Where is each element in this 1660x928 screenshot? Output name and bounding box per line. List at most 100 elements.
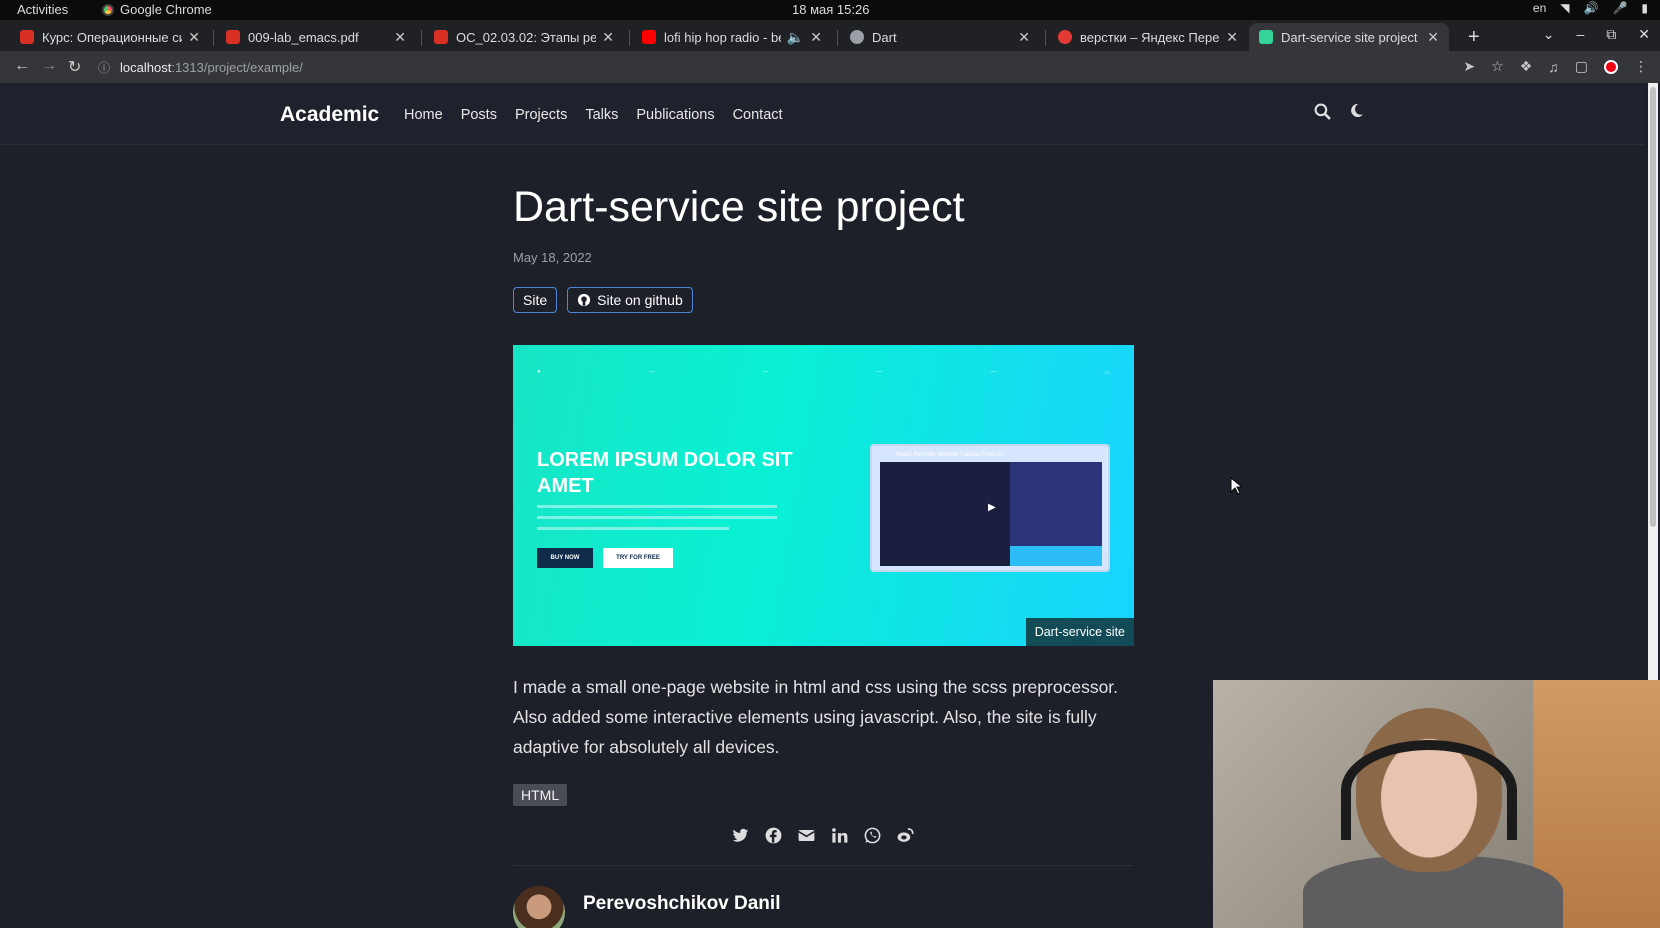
- mouse-cursor-icon: [1230, 477, 1242, 495]
- author-card: Perevoshchikov Danil: [513, 886, 1133, 928]
- back-icon[interactable]: ←: [14, 57, 30, 75]
- share-icons: [513, 826, 1133, 845]
- browser-toolbar: ← → ↻ ⓘ localhost :1313/project/example/…: [0, 51, 1660, 83]
- tag-html[interactable]: HTML: [513, 784, 568, 806]
- twitter-icon[interactable]: [731, 826, 750, 845]
- activities-button[interactable]: Activities: [17, 2, 68, 17]
- image-caption: Dart-service site: [1025, 618, 1134, 646]
- close-tab-icon[interactable]: ✕: [1018, 29, 1030, 46]
- hero-lorem-lines: [537, 505, 777, 535]
- close-tab-icon[interactable]: ✕: [188, 29, 200, 46]
- yandex-icon: [1058, 30, 1072, 44]
- send-icon[interactable]: ➤: [1463, 58, 1475, 75]
- battery-icon: ▮: [1641, 1, 1648, 15]
- email-icon[interactable]: [797, 826, 816, 845]
- os-top-bar: Activities Google Chrome 18 мая 15:26 en…: [0, 0, 1660, 20]
- headphones: [1341, 740, 1517, 840]
- menu-item-home[interactable]: Home: [404, 107, 443, 123]
- restore-icon[interactable]: ⧉: [1606, 26, 1616, 43]
- clock[interactable]: 18 мая 15:26: [792, 2, 869, 17]
- tab-favicon-icon: [850, 30, 864, 44]
- extensions-icon[interactable]: ❖: [1520, 58, 1533, 75]
- close-tab-icon[interactable]: ✕: [394, 29, 406, 46]
- play-icon: ▶: [988, 502, 996, 513]
- menu-item-projects[interactable]: Projects: [515, 107, 567, 123]
- article: Dart-service site project May 18, 2022 S…: [513, 183, 1134, 928]
- url-host: localhost: [120, 59, 172, 75]
- weibo-icon[interactable]: [896, 826, 915, 845]
- project-links: Site Site on github: [513, 287, 1133, 313]
- mic-icon: 🎤: [1612, 1, 1628, 15]
- media-icon[interactable]: ♫: [1548, 59, 1559, 75]
- sidepanel-icon[interactable]: ▢: [1575, 58, 1588, 75]
- reload-icon[interactable]: ↻: [68, 57, 81, 77]
- navbar-icons: [1314, 103, 1364, 125]
- github-icon: [578, 293, 591, 307]
- system-tray[interactable]: en ◥ 🔊 🎤 ▮: [1533, 1, 1648, 15]
- menu-kebab-icon[interactable]: ⋮: [1634, 58, 1648, 75]
- window-controls: ⌄ – ⧉ ✕: [1543, 26, 1650, 43]
- close-tab-icon[interactable]: ✕: [602, 29, 614, 46]
- tab-title: верстки – Яндекс Перев: [1080, 29, 1221, 45]
- tab-1[interactable]: Курс: Операционные си ✕: [10, 23, 210, 51]
- site-menu: Home Posts Projects Talks Publications C…: [404, 107, 783, 123]
- tab-3[interactable]: ОС_02.03.02: Этапы реал ✕: [424, 23, 624, 51]
- app-name: Google Chrome: [120, 2, 212, 17]
- profile-avatar[interactable]: [1604, 59, 1618, 74]
- close-window-icon[interactable]: ✕: [1638, 26, 1650, 43]
- hero-buy-button: BUY NOW: [537, 548, 593, 568]
- search-icon[interactable]: [1314, 103, 1331, 125]
- minimize-icon[interactable]: –: [1576, 26, 1584, 43]
- site-link-button[interactable]: Site: [513, 287, 558, 313]
- tab-favicon-icon: [226, 30, 240, 44]
- article-date: May 18, 2022: [513, 250, 592, 265]
- dark-mode-moon-icon[interactable]: [1349, 103, 1364, 125]
- volume-icon: 🔊: [1583, 1, 1599, 15]
- app-menu[interactable]: Google Chrome: [102, 2, 212, 17]
- url-path: :1313/project/example/: [171, 59, 303, 75]
- tab-favicon-icon: [434, 30, 448, 44]
- author-avatar[interactable]: [513, 886, 565, 928]
- forward-icon[interactable]: →: [41, 57, 57, 75]
- tab-title: 009-lab_emacs.pdf: [248, 29, 359, 45]
- bookmark-star-icon[interactable]: ☆: [1491, 58, 1504, 75]
- scrollbar-thumb[interactable]: [1650, 87, 1656, 527]
- menu-item-contact[interactable]: Contact: [733, 107, 783, 123]
- github-link-button[interactable]: Site on github: [567, 287, 693, 313]
- tab-7-active[interactable]: Dart-service site project | ✕: [1249, 23, 1449, 51]
- article-divider: [513, 865, 1133, 866]
- menu-item-publications[interactable]: Publications: [636, 107, 714, 123]
- page-title: Dart-service site project: [513, 183, 965, 231]
- site-info-icon[interactable]: ⓘ: [98, 59, 110, 76]
- tab-search-icon[interactable]: ⌄: [1543, 26, 1555, 43]
- youtube-icon: [642, 30, 656, 44]
- close-tab-icon[interactable]: ✕: [1226, 29, 1238, 46]
- close-tab-icon[interactable]: ✕: [810, 29, 822, 46]
- facebook-icon[interactable]: [764, 826, 783, 845]
- toolbar-actions: ➤ ☆ ❖ ♫ ▢ ⋮: [1463, 58, 1648, 75]
- site-navbar: Academic Home Posts Projects Talks Publi…: [0, 83, 1645, 145]
- linkedin-icon[interactable]: [830, 826, 849, 845]
- whatsapp-icon[interactable]: [863, 826, 882, 845]
- audio-icon[interactable]: 🔈: [787, 29, 804, 46]
- tab-2[interactable]: 009-lab_emacs.pdf ✕: [216, 23, 416, 51]
- hero-headline: LOREM IPSUM DOLOR SIT AMET: [537, 449, 793, 497]
- hero-mini-nav: ● — — — — ▭: [537, 369, 1110, 376]
- wifi-icon: ◥: [1560, 1, 1570, 15]
- lang-indicator[interactable]: en: [1533, 1, 1546, 15]
- address-bar[interactable]: ⓘ localhost :1313/project/example/: [98, 55, 1448, 79]
- chrome-icon: [102, 3, 114, 16]
- tab-title: Dart-service site project |: [1281, 29, 1422, 45]
- article-body: I made a small one-page website in html …: [513, 677, 1119, 757]
- menu-item-talks[interactable]: Talks: [585, 107, 618, 123]
- tab-4[interactable]: lofi hip hop radio - bea 🔈 ✕: [632, 23, 832, 51]
- author-name[interactable]: Perevoshchikov Danil: [583, 893, 780, 915]
- tab-strip: Курс: Операционные си ✕ 009-lab_emacs.pd…: [0, 20, 1660, 51]
- close-tab-icon[interactable]: ✕: [1427, 29, 1439, 46]
- site-brand[interactable]: Academic: [280, 103, 379, 127]
- tab-6[interactable]: верстки – Яндекс Перев ✕: [1048, 23, 1248, 51]
- tab-5[interactable]: Dart ✕: [840, 23, 1040, 51]
- github-link-label: Site on github: [597, 292, 683, 308]
- new-tab-button[interactable]: +: [1458, 23, 1488, 51]
- menu-item-posts[interactable]: Posts: [461, 107, 497, 123]
